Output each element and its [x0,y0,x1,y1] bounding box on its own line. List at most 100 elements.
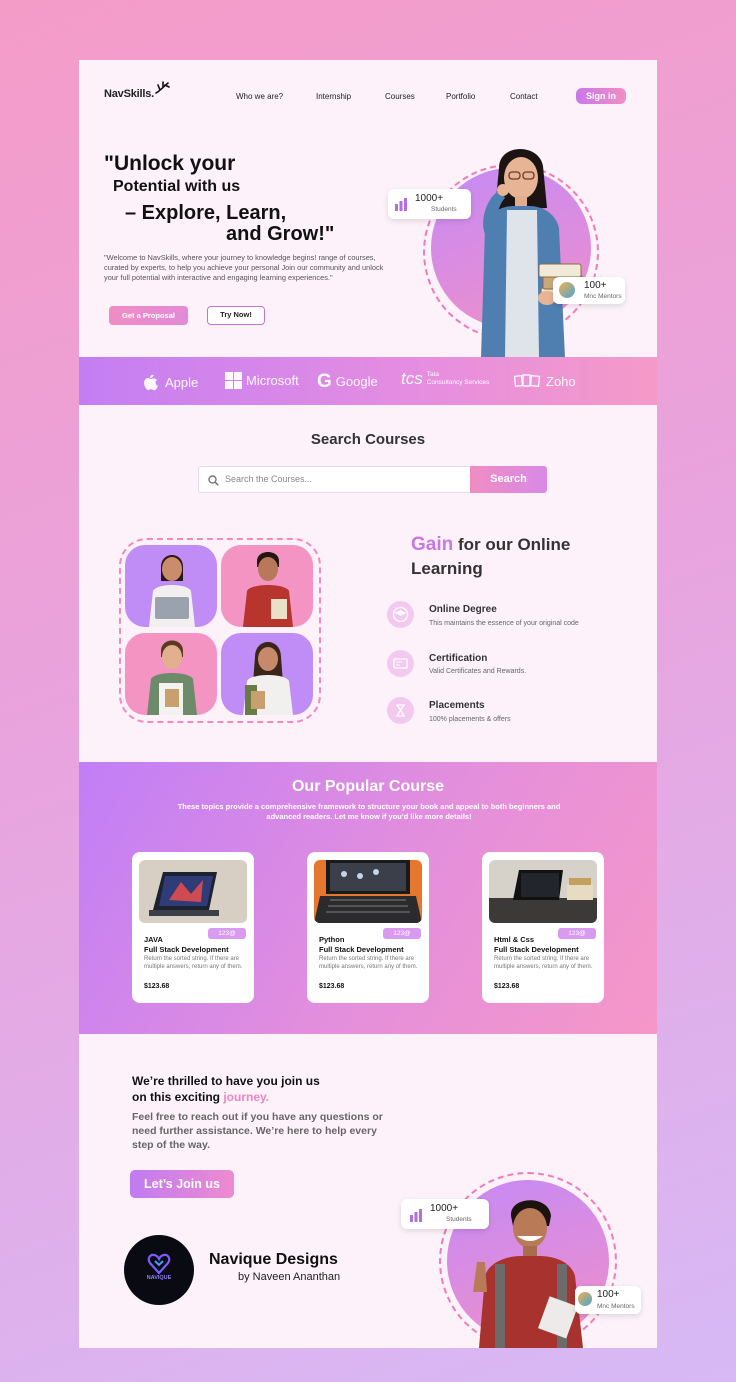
brand-microsoft: Microsoft [225,372,299,389]
course-price: $123.68 [144,983,170,990]
nav-who-we-are[interactable]: Who we are? [236,92,283,101]
search-icon [208,475,219,486]
hero-headline-line2: Potential with us [113,178,241,195]
brand-google-label: Google [335,374,378,389]
footer-mentors-count: 100+ [597,1289,620,1300]
course-card-html-css[interactable]: 123@ Html & Css Full Stack Development R… [482,852,604,1003]
join-heading: We’re thrilled to have you join us on th… [132,1073,320,1105]
brand-zoho: Zoho [514,372,576,390]
student-smiling-image [243,642,293,715]
navique-logo-text: NAVIQUE [146,1275,172,1281]
search-button[interactable]: Search [470,466,547,493]
get-proposal-button[interactable]: Get a Proposal [109,306,188,325]
nav-internship[interactable]: Internship [316,92,351,101]
course-card-java[interactable]: 123@ JAVA Full Stack Development Return … [132,852,254,1003]
students-stat-card: 1000+ Students [388,189,471,219]
brand-zoho-label: Zoho [546,373,576,389]
course-badge: 123@ [208,928,246,939]
tcs-icon: tcs [401,369,423,388]
placement-icon [387,697,414,724]
mentors-label: Mnc Mentors [584,293,622,300]
brand-tcs: tcs Tata Consultancy Services [401,369,489,389]
navique-brand-name: Navique Designs [209,1251,338,1268]
join-heading-line1: We’re thrilled to have you join us [132,1074,320,1088]
course-price: $123.68 [494,983,520,990]
students-label: Students [431,206,457,213]
brand-microsoft-label: Microsoft [246,373,299,388]
feature-online-degree-subtitle: This maintains the essence of your origi… [429,620,579,627]
course-description: Return the sorted string. If there are m… [494,956,593,970]
brand-tcs-line1: Tata [426,371,440,378]
feature-online-degree-title: Online Degree [429,604,497,615]
course-language: Python [319,935,345,944]
partner-brands-strip: Apple Microsoft G Google tcs Tata Consul… [79,357,657,405]
join-us-button[interactable]: Let’s Join us [130,1170,234,1198]
brand-apple-label: Apple [165,374,199,390]
search-input[interactable]: Search the Courses... [198,466,471,493]
apple-icon [144,374,158,391]
student-laptop-image [149,555,195,627]
feature-certification-subtitle: Valid Certificates and Rewards. [429,668,527,675]
gain-title-rest: for our Online [453,535,571,554]
bar-chart-icon [410,1209,422,1222]
nav-contact[interactable]: Contact [510,92,538,101]
student-tile-1 [125,545,217,627]
hero-headline-line1: "Unlock your [104,152,236,175]
landing-page: NavSkills. Who we are? Internship Course… [79,60,657,1348]
student-boy-image [147,640,197,715]
gain-title: Gain for our Online Learning [411,533,570,581]
course-badge: 123@ [558,928,596,939]
course-name: Full Stack Development [319,945,404,954]
hero-headline-line4: and Grow!" [226,223,335,245]
course-language: JAVA [144,935,163,944]
search-courses-title: Search Courses [310,431,426,448]
student-tile-4 [221,633,313,715]
course-price: $123.68 [319,983,345,990]
zoho-icon [514,374,541,388]
course-description: Return the sorted string. If there are m… [144,956,243,970]
gain-highlight: Gain [411,534,454,555]
footer-mentors-stat-card: 100+ Mnc Mentors [575,1286,641,1314]
nav-portfolio[interactable]: Portfolio [446,92,475,101]
brand-tcs-line2: Consultancy Services [426,379,490,386]
leaf-icon [155,81,170,94]
course-image-java [139,860,247,923]
course-language: Html & Css [494,935,535,944]
student-tile-3 [125,633,217,715]
course-description: Return the sorted string. If there are m… [319,956,418,970]
mentors-count: 100+ [584,280,607,291]
course-name: Full Stack Development [494,945,579,954]
footer-students-count: 1000+ [430,1203,459,1214]
certificate-icon [387,650,414,677]
join-description: Feel free to reach out if you have any q… [132,1111,383,1151]
bar-chart-icon [395,198,407,211]
google-icon: G [317,371,332,392]
student-books-image [243,552,293,627]
try-now-button[interactable]: Try Now! [207,306,265,325]
feature-certification-title: Certification [429,653,488,664]
course-name: Full Stack Development [144,945,229,954]
brand-logo[interactable]: NavSkills. [104,88,154,100]
course-card-python[interactable]: 123@ Python Full Stack Development Retur… [307,852,429,1003]
mentors-stat-card: 100+ Mnc Mentors [553,277,625,304]
gain-title-line2: Learning [411,559,483,578]
popular-course-subtitle: These topics provide a comprehensive fra… [177,802,561,821]
feature-placements-title: Placements [429,700,485,711]
student-tile-2 [221,545,313,627]
sign-in-button[interactable]: Sign in [576,88,626,104]
microsoft-icon [225,372,242,389]
student-girl-image [481,148,586,358]
nav-courses[interactable]: Courses [385,92,415,101]
course-badge: 123@ [383,928,421,939]
footer-students-label: Students [446,1216,472,1223]
join-heading-line2: on this exciting [132,1090,224,1104]
students-count: 1000+ [415,193,444,204]
brand-apple: Apple [141,372,198,392]
heart-logo-icon [147,1253,171,1275]
navique-author: by Naveen Ananthan [238,1271,341,1283]
mentor-avatar [578,1292,592,1306]
mentor-avatar [559,282,575,298]
graduation-cap-icon [387,601,414,628]
hero-headline-line3: – Explore, Learn, [125,202,287,224]
hero-description: "Welcome to NavSkills, where your journe… [104,253,384,282]
